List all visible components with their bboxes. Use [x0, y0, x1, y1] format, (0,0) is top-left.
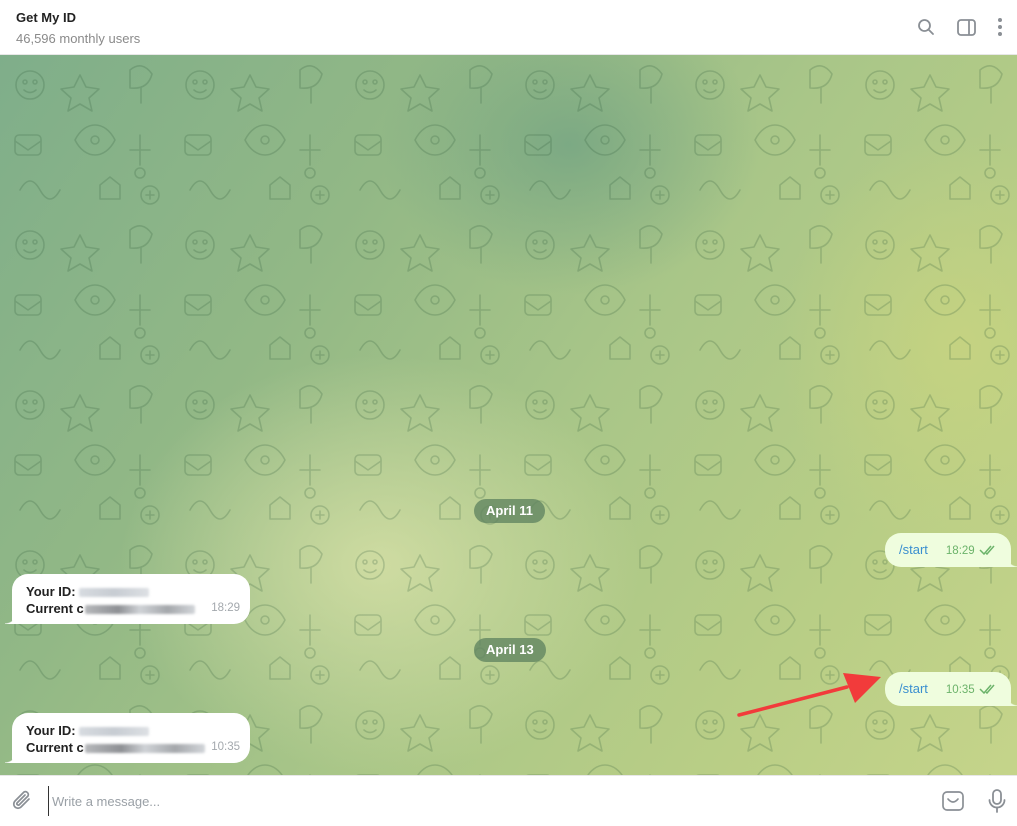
message-line: Your ID:: [26, 722, 236, 739]
microphone-icon[interactable]: [987, 788, 1007, 814]
outgoing-message[interactable]: /start 10:35: [885, 672, 1017, 707]
message-line: Current c: [26, 739, 236, 756]
redacted-text: [84, 744, 205, 754]
message-composer: [0, 775, 1017, 826]
read-checkmarks-icon: [979, 673, 997, 707]
date-separator: April 11: [474, 499, 545, 523]
header-actions: [915, 16, 1005, 38]
incoming-message[interactable]: Your ID: Current c 10:35: [5, 713, 250, 763]
message-time: 18:29: [211, 602, 240, 614]
search-icon[interactable]: [915, 16, 937, 38]
your-id-label: Your ID:: [26, 584, 76, 599]
chat-history[interactable]: April 11 /start 18:29 Your ID: Current c …: [0, 55, 1017, 775]
message-input[interactable]: [48, 786, 908, 816]
chat-subtitle: 46,596 monthly users: [16, 31, 141, 46]
annotation-arrow-icon: [737, 673, 881, 717]
bot-command-link[interactable]: /start: [899, 681, 928, 696]
current-chat-label: Current c: [26, 740, 84, 755]
message-line: Current c: [26, 600, 236, 617]
message-line: Your ID:: [26, 583, 236, 600]
sidebar-toggle-icon[interactable]: [955, 16, 977, 38]
bot-command-link[interactable]: /start: [899, 542, 928, 557]
your-id-label: Your ID:: [26, 723, 76, 738]
read-checkmarks-icon: [979, 534, 997, 568]
redacted-id: [79, 727, 150, 737]
date-separator: April 13: [474, 638, 546, 662]
emoji-icon[interactable]: [941, 789, 965, 813]
current-chat-label: Current c: [26, 601, 84, 616]
redacted-text: [84, 605, 195, 615]
paperclip-icon[interactable]: [12, 789, 34, 813]
outgoing-message[interactable]: /start 18:29: [885, 533, 1017, 568]
chat-header: Get My ID 46,596 monthly users: [0, 0, 1017, 55]
message-time: 10:35: [945, 684, 975, 696]
chat-title[interactable]: Get My ID: [16, 9, 1001, 27]
more-vertical-icon[interactable]: [995, 16, 1005, 38]
incoming-message[interactable]: Your ID: Current c 18:29: [5, 574, 250, 624]
message-time: 18:29: [945, 545, 975, 557]
message-time: 10:35: [211, 741, 240, 753]
redacted-id: [79, 588, 150, 598]
